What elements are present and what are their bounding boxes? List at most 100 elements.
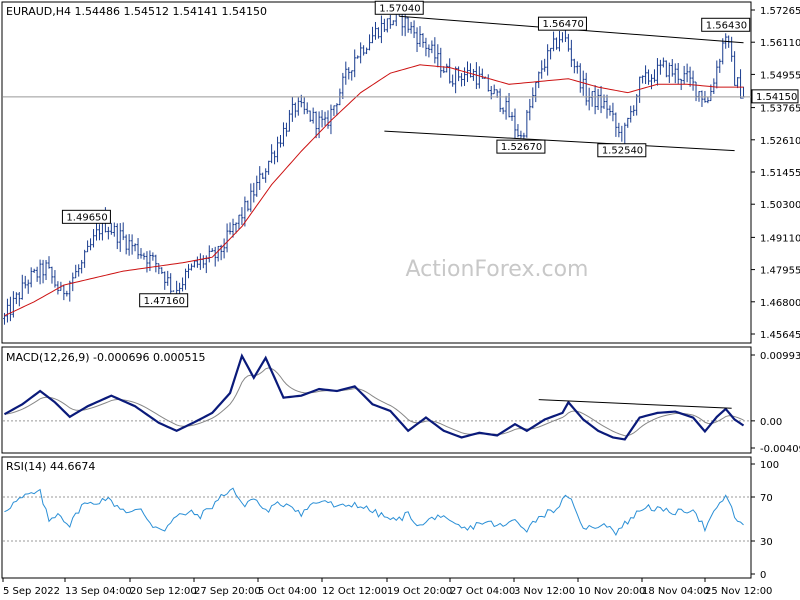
- candle: [537, 71, 541, 89]
- candle: [715, 60, 719, 89]
- candle: [326, 110, 330, 129]
- candle: [166, 270, 170, 286]
- candle: [380, 15, 383, 44]
- candle: [98, 224, 101, 241]
- svg-text:1.52670: 1.52670: [501, 142, 542, 153]
- svg-text:1.52540: 1.52540: [602, 146, 643, 157]
- candle: [365, 47, 368, 55]
- candle: [486, 74, 490, 92]
- candle: [403, 14, 407, 37]
- candle: [332, 105, 336, 116]
- candle: [252, 182, 256, 203]
- candle: [302, 97, 306, 115]
- candle: [558, 30, 561, 52]
- candle: [133, 243, 137, 252]
- candle: [626, 117, 630, 128]
- candle: [718, 58, 722, 73]
- watermark: ActionForex.com: [406, 257, 589, 282]
- trendline: [384, 130, 735, 152]
- candle: [561, 28, 564, 43]
- candle: [264, 168, 267, 183]
- price-annotation: 1.49650: [61, 209, 111, 224]
- candle: [576, 61, 579, 74]
- time-tick-label: 20 Sep 12:00: [130, 586, 197, 597]
- candle: [691, 70, 695, 91]
- candle: [71, 272, 75, 292]
- price-axis: 1.57265 1.56110 1.54955 1.53765 1.52610 1.514…: [751, 6, 800, 341]
- price-tick-label: 1.47955: [760, 266, 800, 277]
- candle: [478, 66, 481, 89]
- candle: [160, 267, 164, 274]
- time-tick-label: 18 Nov 04:00: [642, 586, 709, 597]
- candle: [107, 226, 110, 240]
- candle: [38, 259, 42, 285]
- candle: [80, 259, 83, 274]
- candle: [466, 61, 469, 83]
- candle: [418, 26, 422, 47]
- candle: [736, 77, 739, 89]
- candle: [193, 260, 196, 268]
- candle: [596, 89, 600, 111]
- candle: [83, 249, 86, 268]
- candle: [415, 27, 419, 53]
- candle: [463, 67, 466, 86]
- candle: [409, 21, 413, 34]
- candle: [184, 268, 187, 290]
- candle: [92, 229, 95, 248]
- time-tick-label: 19 Oct 20:00: [387, 586, 452, 597]
- candle: [670, 59, 674, 77]
- time-tick-label: 5 Oct 04:00: [258, 586, 317, 597]
- candle: [314, 111, 318, 139]
- candle: [457, 66, 460, 82]
- rsi-tick-label: 0: [760, 570, 766, 581]
- candle: [650, 74, 653, 90]
- candle: [323, 111, 327, 126]
- time-tick-label: 10 Nov 20:00: [578, 586, 645, 597]
- candle: [374, 21, 377, 40]
- candle: [320, 110, 324, 128]
- macd-signal-line: [4, 367, 744, 437]
- rsi-title: RSI(14) 44.6674: [6, 460, 95, 473]
- candle: [157, 263, 161, 275]
- candle: [130, 234, 134, 255]
- candle: [15, 292, 18, 305]
- candle: [3, 312, 6, 325]
- candle: [12, 291, 15, 318]
- candle: [65, 290, 69, 297]
- candle: [451, 74, 454, 87]
- candle: [570, 39, 573, 68]
- price-tick-label: 1.53765: [760, 104, 800, 115]
- candle: [142, 252, 146, 260]
- candle: [151, 252, 155, 261]
- macd-tick-label: -0.004095: [760, 444, 800, 455]
- candle: [50, 266, 54, 284]
- rsi-series: [3, 487, 751, 542]
- candle: [528, 98, 532, 121]
- candle: [647, 69, 650, 85]
- moving-average-line: [4, 64, 744, 317]
- candle: [181, 277, 184, 292]
- candle: [614, 112, 618, 137]
- candle: [644, 65, 647, 85]
- candle: [47, 256, 51, 269]
- candle: [279, 134, 282, 148]
- candle: [276, 136, 279, 163]
- candle: [6, 298, 9, 323]
- candle: [454, 66, 457, 94]
- symbol-title: EURAUD,H4 1.54486 1.54512 1.54141 1.5415…: [6, 5, 267, 18]
- candle: [433, 37, 437, 64]
- candle: [270, 144, 273, 164]
- candle: [682, 65, 686, 85]
- candle: [44, 259, 48, 281]
- candle: [531, 87, 535, 109]
- macd-line: [3, 353, 745, 441]
- price-tick-label: 1.45645: [760, 330, 800, 341]
- candle: [641, 75, 644, 84]
- candle: [617, 122, 621, 138]
- candle: [632, 105, 635, 116]
- time-tick-label: 13 Sep 04:00: [65, 586, 132, 597]
- svg-text:1.56470: 1.56470: [542, 19, 583, 30]
- candle: [32, 268, 36, 273]
- current-price-label: 1.54150: [756, 92, 797, 103]
- candle: [593, 85, 597, 115]
